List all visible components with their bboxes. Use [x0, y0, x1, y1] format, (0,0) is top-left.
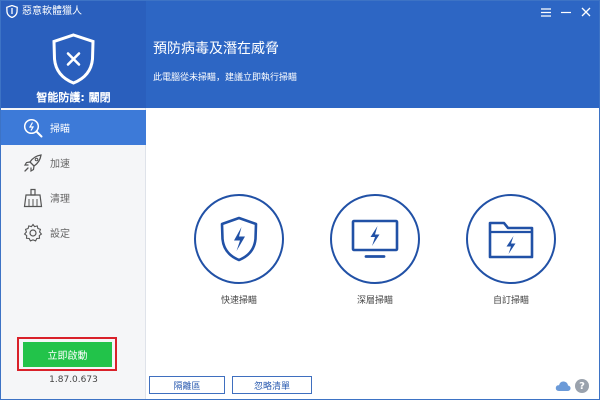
start-protection-button[interactable]: 立即啟動 [23, 342, 112, 367]
minimize-icon [561, 11, 571, 13]
quick-scan-card[interactable]: 快速掃瞄 [194, 194, 284, 306]
gear-icon [22, 222, 44, 244]
minimize-button[interactable] [556, 4, 576, 20]
menu-icon [541, 7, 551, 17]
deep-scan-button[interactable] [330, 194, 420, 284]
app-logo-icon [6, 5, 18, 18]
quick-scan-button[interactable] [194, 194, 284, 284]
headline: 預防病毒及潛在威脅 [153, 41, 279, 57]
help-icon[interactable]: ? [575, 379, 589, 393]
sidebar-item-clean[interactable]: 清理 [1, 180, 146, 215]
ignore-list-button[interactable]: 忽略清單 [232, 376, 312, 394]
scan-label: 自訂掃瞄 [492, 296, 529, 306]
cloud-icon[interactable] [555, 380, 571, 392]
bottom-toolbar: 隔離區 忽略清單 ? [147, 373, 599, 399]
rocket-icon [22, 152, 44, 174]
custom-scan-button[interactable] [466, 194, 556, 284]
broom-icon [22, 187, 44, 209]
monitor-lightning-icon [351, 219, 399, 258]
sidebar-item-label: 設定 [50, 229, 70, 240]
folder-lightning-icon [488, 221, 534, 259]
header: 惡意軟體獵人 智能防護: 關閉 預防病毒及潛在威脅 此電腦從未掃瞄，建議立即執行… [1, 1, 599, 108]
scan-label: 快速掃瞄 [220, 296, 257, 306]
menu-button[interactable] [536, 4, 556, 20]
scan-magnifier-icon [22, 117, 44, 139]
sidebar-item-scan[interactable]: 掃瞄 [1, 110, 146, 145]
close-icon [581, 7, 591, 17]
main-panel: 快速掃瞄 深層掃瞄 自訂掃瞄 隔離區 忽略清單 ? [147, 108, 599, 399]
app-title: 惡意軟體獵人 [22, 6, 82, 17]
sidebar-item-label: 清理 [50, 194, 70, 205]
custom-scan-card[interactable]: 自訂掃瞄 [466, 194, 556, 306]
scan-recommendation: 此電腦從未掃瞄，建議立即執行掃瞄 [153, 73, 298, 83]
deep-scan-card[interactable]: 深層掃瞄 [330, 194, 420, 306]
sidebar-item-label: 掃瞄 [50, 124, 70, 135]
protection-status: 智能防護: 關閉 [36, 91, 111, 104]
scan-label: 深層掃瞄 [356, 296, 393, 306]
sidebar: 掃瞄 加速 清理 設定 立即啟動 1.87.0.673 [1, 108, 146, 399]
sidebar-item-label: 加速 [50, 159, 70, 170]
shield-x-icon [52, 33, 95, 85]
app-window: 惡意軟體獵人 智能防護: 關閉 預防病毒及潛在威脅 此電腦從未掃瞄，建議立即執行… [0, 0, 600, 400]
quarantine-button[interactable]: 隔離區 [149, 376, 225, 394]
close-button[interactable] [576, 4, 596, 20]
sidebar-item-settings[interactable]: 設定 [1, 215, 146, 250]
window-controls [536, 4, 596, 20]
shield-lightning-icon [220, 216, 258, 262]
protection-panel: 惡意軟體獵人 智能防護: 關閉 [1, 1, 146, 108]
version-label: 1.87.0.673 [49, 375, 98, 385]
sidebar-item-speedup[interactable]: 加速 [1, 145, 146, 180]
